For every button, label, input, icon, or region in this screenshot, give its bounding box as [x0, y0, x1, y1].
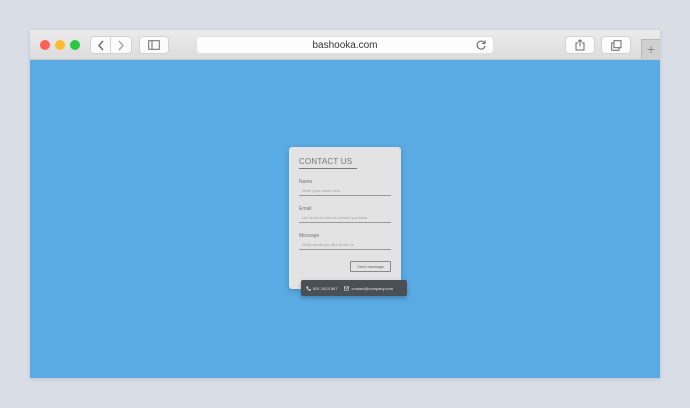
- chevron-left-icon: [97, 40, 104, 50]
- share-button[interactable]: [565, 36, 595, 54]
- zoom-window-button[interactable]: [70, 40, 80, 50]
- phone-number: 001 1023 567: [313, 285, 338, 291]
- name-label: Name: [299, 179, 313, 185]
- tabs-icon: [610, 39, 621, 51]
- chevron-right-icon: [118, 40, 124, 50]
- sidebar-icon: [148, 40, 160, 50]
- close-window-button[interactable]: [40, 40, 50, 50]
- browser-window: bashooka.com + CONTACT US Name Email Mes…: [30, 30, 660, 378]
- show-tabs-button[interactable]: [601, 36, 631, 54]
- name-input[interactable]: [299, 186, 391, 196]
- minimize-window-button[interactable]: [55, 40, 65, 50]
- nav-button-group: [90, 36, 132, 54]
- message-input[interactable]: [299, 240, 391, 250]
- email-input[interactable]: [299, 213, 391, 223]
- email-field-group: Email: [299, 206, 391, 223]
- address-bar[interactable]: bashooka.com: [196, 36, 494, 54]
- browser-toolbar: bashooka.com +: [30, 30, 660, 60]
- form-title: CONTACT US: [299, 157, 353, 166]
- phone-contact: 001 1023 567: [306, 286, 337, 291]
- forward-button[interactable]: [111, 37, 131, 53]
- phone-icon: [306, 286, 311, 291]
- share-icon: [575, 39, 585, 51]
- sidebar-toggle-button[interactable]: [139, 36, 169, 54]
- email-label: Email: [299, 206, 312, 212]
- back-button[interactable]: [91, 37, 111, 53]
- send-message-button[interactable]: Send message: [350, 261, 391, 272]
- name-field-group: Name: [299, 179, 391, 196]
- url-text: bashooka.com: [312, 39, 378, 51]
- message-label: Message: [299, 233, 320, 239]
- email-address[interactable]: contact@company.com: [351, 286, 393, 291]
- envelope-icon: [344, 286, 350, 290]
- contact-info-bar: 001 1023 567 contact@company.com: [301, 280, 407, 296]
- title-underline: [299, 168, 357, 169]
- contact-form-card: CONTACT US Name Email Message Send messa…: [289, 147, 401, 289]
- reload-icon[interactable]: [475, 39, 487, 51]
- email-contact: contact@company.com: [344, 286, 393, 291]
- new-tab-button[interactable]: +: [641, 39, 660, 59]
- message-field-group: Message: [299, 233, 391, 250]
